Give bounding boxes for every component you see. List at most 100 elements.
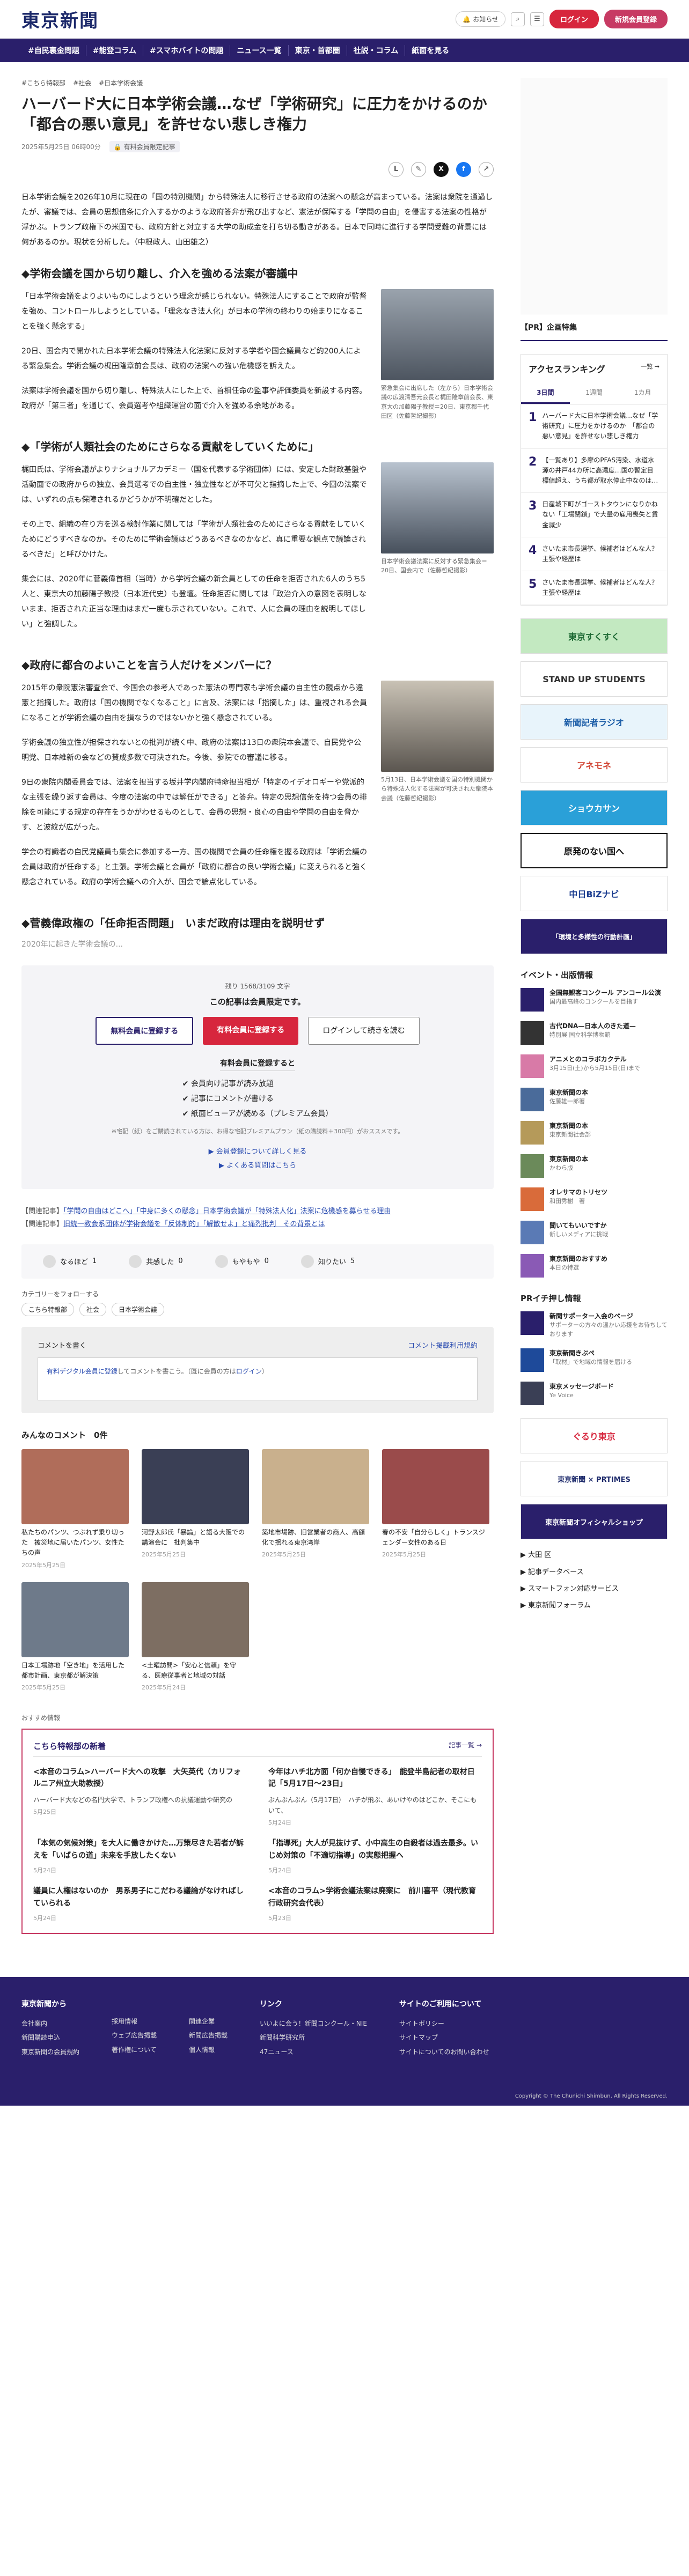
share-icon[interactable]: ↗ xyxy=(479,161,494,177)
nav-item[interactable]: 社説・コラム xyxy=(347,45,406,56)
bookmark-icon[interactable]: ✎ xyxy=(411,161,426,177)
footer-link[interactable]: 著作権について xyxy=(112,2043,157,2057)
footer-link[interactable]: いいよに会う！新聞コンクール・NIE xyxy=(260,2017,367,2031)
comment-policy-link[interactable]: コメント掲載利用規約 xyxy=(408,1340,478,1350)
event-item[interactable]: 東京新聞のおすすめ 本日の特選 xyxy=(521,1254,668,1278)
login-link[interactable]: ログイン xyxy=(236,1368,262,1375)
footer-link[interactable]: 47ニュース xyxy=(260,2045,367,2059)
related-card[interactable]: 河野太郎氏「暴論」と語る大阪での講演会に 批判集中 2025年5月25日 xyxy=(142,1449,249,1569)
line-share-icon[interactable]: L xyxy=(389,161,404,177)
banner[interactable]: ぐるり東京 xyxy=(521,1418,668,1454)
banner[interactable]: 中日BiZナビ xyxy=(521,876,668,912)
facebook-share-icon[interactable]: f xyxy=(456,161,471,177)
search-icon[interactable]: ⌕ xyxy=(510,12,525,26)
nav-item[interactable]: #スマホバイトの問題 xyxy=(143,45,231,56)
banner[interactable]: 東京すくすく xyxy=(521,618,668,654)
notice-button[interactable]: 🔔 お知らせ xyxy=(456,11,505,27)
footer-link[interactable]: 会社案内 xyxy=(21,2017,79,2031)
event-item[interactable]: 東京新聞の本 東京新聞社会部 xyxy=(521,1121,668,1145)
tab-1month[interactable]: 1カ月 xyxy=(618,382,667,404)
event-item[interactable]: 全国無観客コンクール アンコール公演 国内最高峰のコンクールを目指す xyxy=(521,988,668,1012)
event-item[interactable]: 東京新聞の本 かわら版 xyxy=(521,1154,668,1178)
footer-link[interactable]: 新聞購読申込 xyxy=(21,2031,79,2044)
event-item[interactable]: アニメとのコラボカクテル 3月15日(土)から5月15日(日)まで xyxy=(521,1054,668,1079)
reaction-button[interactable]: なるほど 1 xyxy=(43,1254,97,1268)
special-item[interactable]: 「指導死」大人が見抜けず、小中高生の自殺者は過去最多。いじめ対策の「不適切指導」… xyxy=(268,1837,482,1874)
special-item[interactable]: 議員に人権はないのか 男系男子にこだわる議論がなければしていられる 5月24日 xyxy=(33,1885,247,1922)
footer-link[interactable]: 東京新聞の会員規約 xyxy=(21,2045,79,2059)
photo[interactable] xyxy=(381,462,494,553)
footer-link[interactable]: サイトについてのお問い合わせ xyxy=(399,2045,489,2059)
x-share-icon[interactable]: X xyxy=(434,161,449,177)
ranking-more-link[interactable]: 一覧 → xyxy=(641,362,659,375)
nav-item[interactable]: 紙面を見る xyxy=(405,45,456,56)
side-link[interactable]: ▶ 大田 区 xyxy=(521,1547,668,1563)
side-link[interactable]: ▶ 記事データベース xyxy=(521,1564,668,1581)
photo[interactable] xyxy=(381,680,494,772)
paid-register-button[interactable]: 有料会員に登録する xyxy=(203,1016,299,1045)
banner[interactable]: 新聞記者ラジオ xyxy=(521,704,668,740)
event-item[interactable]: 古代DNA—日本人のきた道— 特別展 国立科学博物館 xyxy=(521,1021,668,1045)
reaction-button[interactable]: 共感した 0 xyxy=(129,1254,183,1268)
footer-link[interactable]: 新聞科学研究所 xyxy=(260,2031,367,2044)
related-link[interactable]: 「学問の自由はどこへ」「中身に多くの懸念」日本学術会議が「特殊法人化」法案に危機… xyxy=(63,1207,391,1215)
site-logo[interactable]: 東京新聞 xyxy=(21,6,99,32)
register-button[interactable]: 新規会員登録 xyxy=(604,10,668,28)
related-card[interactable]: 私たちのパンツ、つぶれず乗り切った 被災地に届いたパンツ、女性たちの声 2025年… xyxy=(21,1449,129,1569)
nav-item[interactable]: ニュース一覧 xyxy=(230,45,289,56)
special-item[interactable]: 「本気の気候対策」を大人に働きかけた…万策尽きた若者が訴えを「いばらの道」未来を… xyxy=(33,1837,247,1874)
pr-item[interactable]: 東京新聞きぷぺ 「取材」で地域の情報を届ける xyxy=(521,1348,668,1372)
pr-item[interactable]: 新聞サポーター入会のページ サポーターの方々の温かい応援をお待ちしております xyxy=(521,1311,668,1339)
related-card[interactable]: <土曜訪問>「安心と信頼」を守る、医療従事者と地域の対話 2025年5月24日 xyxy=(142,1582,249,1692)
ranking-item[interactable]: 2 【一覧あり】多摩のPFAS汚染、水道水源の井戸44カ所に高濃度…国の暫定目標値… xyxy=(521,449,667,493)
special-more-link[interactable]: 記事一覧 → xyxy=(449,1740,482,1752)
ranking-item[interactable]: 1 ハーバード大に日本学術会議…なぜ「学術研究」に圧力をかけるのか 「都合の悪い意… xyxy=(521,404,667,449)
menu-icon[interactable]: ☰ xyxy=(530,12,544,26)
event-item[interactable]: オレサマのトリセツ 和田秀樹 著 xyxy=(521,1187,668,1212)
banner[interactable]: 東京新聞 × PRTIMES xyxy=(521,1461,668,1497)
banner[interactable]: 原発のない国へ xyxy=(521,833,668,869)
footer-link[interactable]: 採用情報 xyxy=(112,2014,157,2028)
tab-1week[interactable]: 1週間 xyxy=(570,382,619,404)
banner[interactable]: ショウカサン xyxy=(521,790,668,826)
footer-link[interactable]: 新聞広告掲載 xyxy=(189,2028,228,2042)
tag-link[interactable]: #こちら特報部 xyxy=(21,78,65,87)
pr-item[interactable]: 東京メッセージボード Ye Voice xyxy=(521,1382,668,1406)
free-register-button[interactable]: 無料会員に登録する xyxy=(96,1016,194,1045)
register-link[interactable]: 有料デジタル会員に登録 xyxy=(47,1368,118,1375)
membership-details-link[interactable]: ▶ 会員登録について詳しく見る xyxy=(54,1145,461,1159)
faq-link[interactable]: ▶ よくある質問はこちら xyxy=(54,1159,461,1173)
ad-slot[interactable] xyxy=(521,78,668,314)
footer-link[interactable]: サイトマップ xyxy=(399,2031,489,2044)
tag-link[interactable]: #日本学術会議 xyxy=(99,78,143,87)
special-item[interactable]: <本音のコラム>学術会議法案は廃案に 前川喜平（現代教育行政研究会代表） 5月23… xyxy=(268,1885,482,1922)
nav-item[interactable]: #能登コラム xyxy=(86,45,144,56)
side-link[interactable]: ▶ 東京新聞フォーラム xyxy=(521,1597,668,1614)
comment-input[interactable]: 有料デジタル会員に登録してコメントを書こう。（既に会員の方はログイン） xyxy=(38,1357,478,1400)
tab-3days[interactable]: 3日間 xyxy=(521,382,570,404)
login-continue-button[interactable]: ログインして続きを読む xyxy=(308,1016,420,1045)
related-card[interactable]: 築地市場跡、旧営業者の商人、高額化で揺れる東京湾岸 2025年5月25日 xyxy=(262,1449,369,1569)
event-item[interactable]: 聞いてもいいですか 新しいメディアに挑戦 xyxy=(521,1221,668,1245)
ranking-item[interactable]: 3 日産城下町がゴーストタウンになりかねない「工場閉鎖」で大量の雇用喪失と賃金減少 xyxy=(521,493,667,537)
nav-item[interactable]: 東京・首都圏 xyxy=(289,45,347,56)
footer-link[interactable]: 関連企業 xyxy=(189,2014,228,2028)
special-item[interactable]: 今年はハチ北方面「何か自慢できる」 能登半島記者の取材日記「5月17日〜23日」… xyxy=(268,1766,482,1827)
photo[interactable] xyxy=(381,289,494,380)
banner[interactable]: 「環境と多様性の行動計画」 xyxy=(521,919,668,955)
special-item[interactable]: <本音のコラム>ハーバード大への攻撃 大矢英代（カリフォルニア州立大助教授） ハー… xyxy=(33,1766,247,1827)
follow-tag[interactable]: 日本学術会議 xyxy=(112,1302,165,1316)
ranking-item[interactable]: 4 さいたま市長選挙、候補者はどんな人？主張や経歴は xyxy=(521,537,667,572)
login-button[interactable]: ログイン xyxy=(549,10,599,28)
nav-item[interactable]: #自民裏金問題 xyxy=(21,45,86,56)
footer-link[interactable]: ウェブ広告掲載 xyxy=(112,2028,157,2042)
related-link[interactable]: 旧統一教会系団体が学術会議を「反体制的」「解散せよ」と痛烈批判 その背景とは xyxy=(63,1220,325,1228)
banner[interactable]: アネモネ xyxy=(521,747,668,783)
event-item[interactable]: 東京新聞の本 佐藤雄一郎著 xyxy=(521,1088,668,1112)
reaction-button[interactable]: 知りたい 5 xyxy=(300,1254,355,1268)
ranking-item[interactable]: 5 さいたま市長選挙、候補者はどんな人？主張や経歴は xyxy=(521,571,667,606)
follow-tag[interactable]: こちら特報部 xyxy=(21,1302,75,1316)
reaction-button[interactable]: もやもや 0 xyxy=(215,1254,269,1268)
banner[interactable]: 東京新聞オフィシャルショップ xyxy=(521,1504,668,1540)
related-card[interactable]: 日本工場跡地「空き地」を活用した都市計画、東京都が解決策 2025年5月25日 xyxy=(21,1582,129,1692)
